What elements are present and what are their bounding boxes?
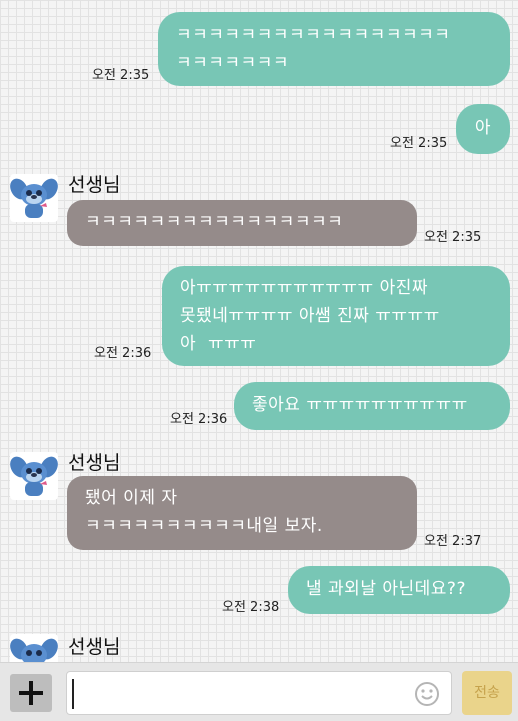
smiley-icon[interactable] xyxy=(414,681,440,707)
message-input-bar: 전송 xyxy=(0,662,518,721)
chat-area[interactable]: ㅋㅋㅋㅋㅋㅋㅋㅋㅋㅋㅋㅋㅋㅋㅋㅋㅋ ㅋㅋㅋㅋㅋㅋㅋ 오전 2:35 아 오전 2… xyxy=(0,0,518,662)
sender-avatar[interactable] xyxy=(10,452,58,500)
message-time: 오전 2:36 xyxy=(94,346,152,361)
their-message-bubble[interactable]: 됐어 이제 자 ㅋㅋㅋㅋㅋㅋㅋㅋㅋㅋ내일 보자. xyxy=(67,476,417,550)
my-message-bubble[interactable]: ㅋㅋㅋㅋㅋㅋㅋㅋㅋㅋㅋㅋㅋㅋㅋㅋㅋ ㅋㅋㅋㅋㅋㅋㅋ xyxy=(158,12,510,86)
message-time: 오전 2:35 xyxy=(390,136,448,151)
attach-button[interactable] xyxy=(10,674,52,712)
stitch-avatar-icon xyxy=(10,638,58,662)
message-time: 오전 2:36 xyxy=(170,412,228,427)
send-button[interactable]: 전송 xyxy=(462,671,512,715)
sender-name: 선생님 xyxy=(68,452,121,474)
my-message-bubble[interactable]: 아 xyxy=(456,104,510,154)
stitch-avatar-icon xyxy=(10,178,58,218)
their-message-bubble[interactable]: ㅋㅋㅋㅋㅋㅋㅋㅋㅋㅋㅋㅋㅋㅋㅋㅋ xyxy=(67,200,417,246)
message-time: 오전 2:38 xyxy=(222,600,280,615)
text-cursor xyxy=(72,679,74,709)
message-input[interactable] xyxy=(66,671,452,715)
plus-icon xyxy=(19,681,43,705)
my-message-bubble[interactable]: 아ㅠㅠㅠㅠㅠㅠㅠㅠㅠㅠㅠ 아진짜 못됐네ㅠㅠㅠㅠ 아쌤 진짜 ㅠㅠㅠㅠ 아 ㅠㅠ… xyxy=(162,266,510,366)
message-time: 오전 2:37 xyxy=(424,534,482,549)
message-time: 오전 2:35 xyxy=(424,230,482,245)
my-message-bubble[interactable]: 낼 과외날 아닌데요?? xyxy=(288,566,510,614)
sender-name: 선생님 xyxy=(68,636,121,658)
message-time: 오전 2:35 xyxy=(92,68,150,83)
sender-avatar[interactable] xyxy=(10,174,58,222)
sender-name: 선생님 xyxy=(68,174,121,196)
stitch-avatar-icon xyxy=(10,456,58,496)
sender-avatar[interactable] xyxy=(10,634,58,662)
my-message-bubble[interactable]: 좋아요 ㅠㅠㅠㅠㅠㅠㅠㅠㅠㅠ xyxy=(234,382,510,430)
